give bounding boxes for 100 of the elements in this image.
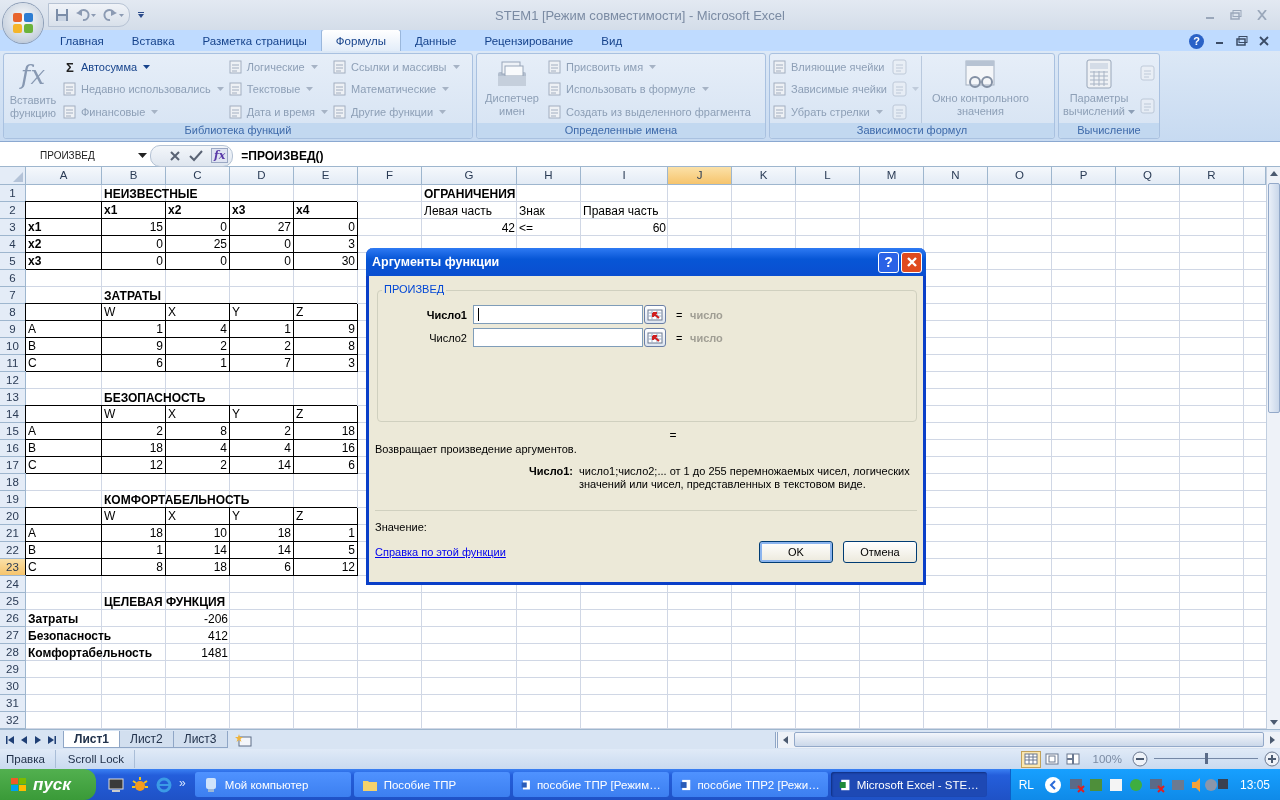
row-header[interactable]: 24: [0, 576, 26, 593]
sheet-tab[interactable]: Лист1: [63, 731, 121, 748]
row-header[interactable]: 20: [0, 508, 26, 525]
desktop-icon[interactable]: [107, 775, 125, 794]
globe-icon[interactable]: [155, 775, 173, 794]
normal-view-button[interactable]: [1020, 750, 1041, 768]
column-header[interactable]: M: [860, 167, 924, 185]
column-header[interactable]: H: [517, 167, 581, 185]
row-header[interactable]: 19: [0, 491, 26, 508]
ribbon-tab[interactable]: Вид: [587, 31, 637, 51]
row-header[interactable]: 22: [0, 542, 26, 559]
customize-caret-icon[interactable]: [137, 11, 145, 19]
collapse-tray-button[interactable]: [1043, 775, 1062, 794]
collapse-dialog-button[interactable]: [644, 305, 666, 324]
column-header[interactable]: C: [166, 167, 230, 185]
row-header[interactable]: 7: [0, 287, 26, 304]
row-header[interactable]: 13: [0, 389, 26, 406]
column-header[interactable]: O: [988, 167, 1052, 185]
zoom-slider[interactable]: [1154, 751, 1258, 767]
row-header[interactable]: 25: [0, 593, 26, 610]
row-header[interactable]: 31: [0, 695, 26, 712]
column-header[interactable]: A: [26, 167, 102, 185]
more-button[interactable]: »: [179, 775, 186, 790]
row-header[interactable]: 23: [0, 559, 26, 576]
ribbon-tab[interactable]: Данные: [400, 31, 471, 51]
help-button[interactable]: ?: [878, 251, 899, 273]
column-header[interactable]: F: [358, 167, 422, 185]
cell-text: 42: [500, 221, 516, 236]
name-box[interactable]: ПРОИЗВЕД: [0, 145, 150, 166]
restore-icon[interactable]: [1236, 36, 1248, 46]
row-header[interactable]: 32: [0, 712, 26, 729]
row-header[interactable]: 9: [0, 321, 26, 338]
column-header[interactable]: D: [230, 167, 294, 185]
row-header[interactable]: 28: [0, 644, 26, 661]
undo-icon[interactable]: [75, 8, 97, 22]
row-header[interactable]: 10: [0, 338, 26, 355]
ribbon-tab[interactable]: Главная: [46, 31, 118, 51]
floppy-icon[interactable]: [55, 8, 69, 22]
cancel-icon[interactable]: [169, 149, 181, 162]
row-header[interactable]: 11: [0, 355, 26, 372]
row-header[interactable]: 8: [0, 304, 26, 321]
vertical-scrollbar[interactable]: [1266, 167, 1280, 729]
zoom-in-button[interactable]: [1264, 751, 1280, 767]
taskbar-button[interactable]: Microsoft Excel - STE…: [830, 772, 987, 797]
ribbon-tab[interactable]: Разметка страницы: [188, 31, 321, 51]
insert-function-button[interactable]: fx: [211, 148, 229, 163]
help-button[interactable]: ?: [1189, 33, 1204, 49]
column-header[interactable]: P: [1052, 167, 1116, 185]
column-header[interactable]: I: [581, 167, 668, 185]
column-header[interactable]: G: [422, 167, 517, 185]
row-header[interactable]: 6: [0, 270, 26, 287]
zoom-out-button[interactable]: [1132, 751, 1148, 767]
sheet-icon: [227, 81, 244, 98]
row-header[interactable]: 18: [0, 474, 26, 491]
row-header[interactable]: 17: [0, 457, 26, 474]
row-header[interactable]: 29: [0, 661, 26, 678]
row-header[interactable]: 27: [0, 627, 26, 644]
row-header[interactable]: 21: [0, 525, 26, 542]
input-field[interactable]: [473, 305, 643, 324]
ribbon-tab[interactable]: Вставка: [117, 31, 189, 51]
close-icon[interactable]: [1258, 36, 1270, 46]
collapse-dialog-button[interactable]: [644, 328, 666, 347]
column-header[interactable]: B: [102, 167, 166, 185]
insert-sheet-icon[interactable]: [233, 732, 254, 747]
row-header[interactable]: 3: [0, 219, 26, 236]
column-header[interactable]: Q: [1116, 167, 1180, 185]
input-field[interactable]: [473, 328, 643, 347]
redo-icon[interactable]: [103, 8, 125, 22]
row-header[interactable]: 12: [0, 372, 26, 389]
last-sheet-button[interactable]: [46, 733, 58, 746]
row-header[interactable]: 2: [0, 202, 26, 219]
ribbon-tab[interactable]: Формулы: [320, 29, 401, 51]
formula-field[interactable]: =ПРОИЗВЕД(): [233, 148, 1280, 163]
help-link[interactable]: Справка по этой функции: [375, 546, 506, 558]
row-header[interactable]: 26: [0, 610, 26, 627]
column-header[interactable]: L: [796, 167, 860, 185]
column-header[interactable]: K: [732, 167, 796, 185]
row-header[interactable]: 5: [0, 253, 26, 270]
column-header[interactable]: N: [924, 167, 988, 185]
first-sheet-button[interactable]: [4, 733, 16, 746]
row-header[interactable]: 1: [0, 185, 26, 202]
column-header[interactable]: J: [668, 167, 732, 185]
column-header[interactable]: E: [294, 167, 358, 185]
row-header[interactable]: 30: [0, 678, 26, 695]
office-menu-button[interactable]: [3, 3, 43, 43]
checkmark-icon[interactable]: [189, 149, 203, 162]
sheet-tab[interactable]: Лист2: [119, 731, 174, 748]
row-header[interactable]: 4: [0, 236, 26, 253]
horizontal-scrollbar[interactable]: [775, 731, 1280, 748]
row-header[interactable]: 15: [0, 423, 26, 440]
row-header[interactable]: 16: [0, 440, 26, 457]
close-button[interactable]: [901, 251, 922, 273]
ribbon-tab[interactable]: Рецензирование: [470, 31, 588, 51]
sun-icon[interactable]: [131, 775, 149, 794]
ok-button[interactable]: OK: [759, 541, 833, 563]
cancel-button[interactable]: Отмена: [843, 541, 917, 563]
ribbon-button[interactable]: Σ Автосумма: [62, 56, 226, 78]
sheet-tab[interactable]: Лист3: [172, 731, 228, 748]
row-header[interactable]: 14: [0, 406, 26, 423]
column-header[interactable]: R: [1180, 167, 1244, 185]
